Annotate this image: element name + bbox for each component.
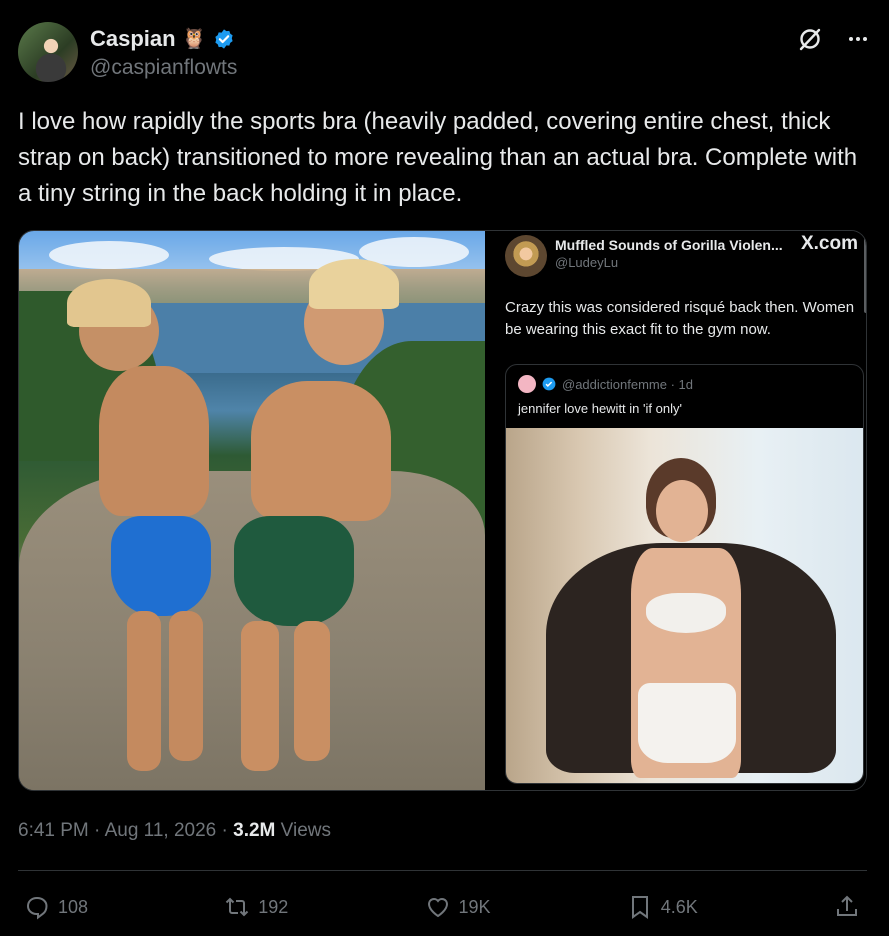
owl-emoji: 🦉 xyxy=(181,28,207,50)
reply-count: 108 xyxy=(58,896,89,917)
author-handle[interactable]: @caspianflowts xyxy=(90,56,237,80)
inner-avatar xyxy=(518,375,536,393)
quote-screenshot[interactable]: Muffled Sounds of Gorilla Violen... @Lud… xyxy=(490,231,866,790)
like-button[interactable]: 19K xyxy=(425,894,491,920)
quoted-header: Muffled Sounds of Gorilla Violen... @Lud… xyxy=(505,233,858,279)
inner-handle: @addictionfemme · 1d xyxy=(562,376,693,392)
author-name-row: Caspian 🦉 xyxy=(90,26,235,52)
share-button[interactable] xyxy=(834,894,860,920)
bookmark-icon xyxy=(631,896,648,919)
divider xyxy=(18,870,867,871)
like-count: 19K xyxy=(458,896,491,917)
quoted-handle: @LudeyLu xyxy=(555,255,619,270)
bookmark-count: 4.6K xyxy=(660,896,698,917)
bookmark-button[interactable]: 4.6K xyxy=(627,894,698,920)
repost-button[interactable]: 192 xyxy=(224,894,288,920)
source-label: X.com xyxy=(800,233,858,254)
quoted-name: Muffled Sounds of Gorilla Violen... xyxy=(555,237,783,253)
reply-icon xyxy=(26,896,48,920)
heart-icon xyxy=(427,898,448,918)
verified-badge-icon xyxy=(542,377,556,391)
reply-button[interactable]: 108 xyxy=(24,894,88,920)
inner-quote-card: @addictionfemme · 1d jennifer love hewit… xyxy=(505,364,864,784)
repost-count: 192 xyxy=(258,896,289,917)
quoted-text: Crazy this was considered risqué back th… xyxy=(505,299,855,338)
photo-two-women[interactable] xyxy=(19,231,485,790)
inner-text: jennifer love hewitt in 'if only' xyxy=(518,401,682,416)
inner-photo xyxy=(506,428,863,783)
author-name[interactable]: Caspian xyxy=(90,26,176,52)
tweet-header: Caspian 🦉 @caspianflowts xyxy=(18,22,871,84)
quoted-avatar xyxy=(505,235,547,277)
views-label: Views xyxy=(275,820,331,841)
avatar[interactable] xyxy=(18,22,78,82)
post-time[interactable]: 6:41 PM · Aug 11, 2026 · xyxy=(18,820,233,841)
repost-icon xyxy=(226,897,249,917)
tweet-timestamp: 6:41 PM · Aug 11, 2026 · 3.2M Views xyxy=(18,820,331,842)
tweet-text: I love how rapidly the sports bra (heavi… xyxy=(18,108,858,207)
action-bar: 108 192 19K 4.6K xyxy=(24,890,860,924)
share-icon xyxy=(836,895,857,916)
header-icons xyxy=(797,26,871,52)
inner-quote-header: @addictionfemme · 1d xyxy=(518,375,693,393)
views-count: 3.2M xyxy=(233,820,276,841)
more-icon[interactable] xyxy=(845,26,871,52)
media-grid: Muffled Sounds of Gorilla Violen... @Lud… xyxy=(18,230,867,791)
grok-icon[interactable] xyxy=(797,26,823,52)
verified-badge-icon xyxy=(214,29,233,49)
